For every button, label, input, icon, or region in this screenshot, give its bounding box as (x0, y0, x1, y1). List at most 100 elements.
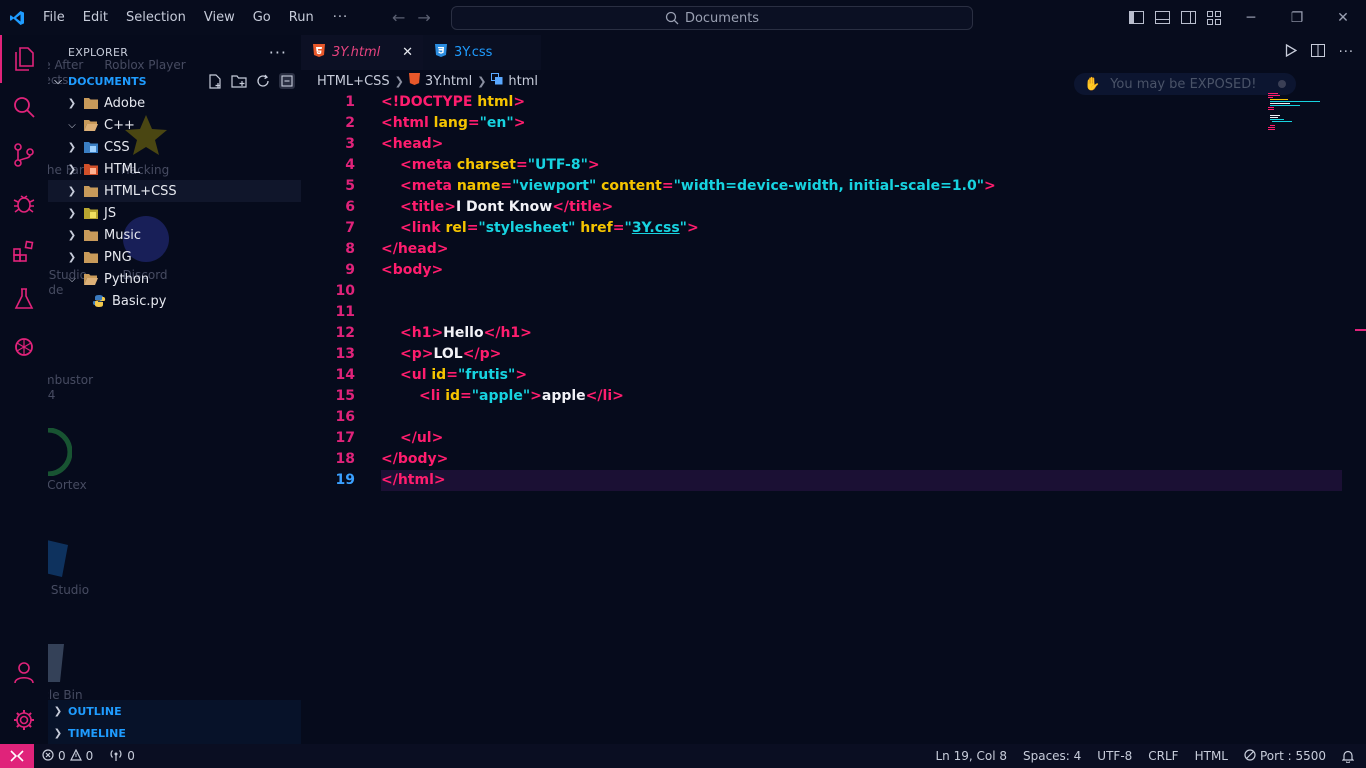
tree-item-python[interactable]: ⌵ Python (48, 268, 301, 290)
toggle-dot (1278, 80, 1286, 88)
chevron-right-icon: ❯ (394, 74, 404, 88)
breadcrumb-file[interactable]: 3Y.html (425, 74, 472, 89)
restore-button[interactable]: ❐ (1274, 0, 1320, 35)
minimap[interactable] (1268, 92, 1348, 132)
toggle-panel-icon[interactable] (1154, 10, 1170, 26)
minimize-button[interactable]: ─ (1228, 0, 1274, 35)
menu-more-button[interactable]: ··· (323, 10, 358, 25)
tree-item-js[interactable]: ❯ JS (48, 202, 301, 224)
documents-section-header[interactable]: ⌵ DOCUMENTS (48, 70, 301, 92)
notifications-bell-icon[interactable] (1334, 744, 1366, 768)
encoding[interactable]: UTF-8 (1089, 744, 1140, 768)
toggle-secondary-sidebar-icon[interactable] (1180, 10, 1196, 26)
explorer-more-button[interactable]: ··· (269, 43, 287, 62)
command-center-search[interactable]: Documents (451, 6, 973, 30)
extensions-icon[interactable] (0, 227, 48, 275)
code-line: 15 <li id="apple">apple</li> (335, 388, 624, 404)
css3-file-icon (435, 44, 447, 61)
bottom-panels: ❯ OUTLINE ❯ TIMELINE (48, 700, 301, 744)
tree-item-html[interactable]: ❯ HTML (48, 158, 301, 180)
folder-icon (83, 96, 99, 110)
cursor-position[interactable]: Ln 19, Col 8 (927, 744, 1015, 768)
run-debug-icon[interactable] (0, 179, 48, 227)
code-line: 1 <!DOCTYPE html> (345, 94, 526, 110)
problems-status[interactable]: 0 0 (34, 744, 101, 768)
status-bar: 0 0 0 Ln 19, Col 8 Spaces: 4 UTF-8 CRLF … (0, 744, 1366, 768)
menu-go[interactable]: Go (244, 0, 280, 35)
tree-item-label: Music (104, 227, 141, 243)
search-view-icon[interactable] (0, 83, 48, 131)
ports-status[interactable]: 0 (101, 744, 143, 768)
tree-item-css[interactable]: ❯ CSS (48, 136, 301, 158)
folder-icon (83, 184, 99, 198)
remote-indicator-icon[interactable] (0, 744, 34, 768)
code-line-current: 19 </html> (336, 470, 1342, 491)
close-window-button[interactable]: ✕ (1320, 0, 1366, 35)
language-mode[interactable]: HTML (1187, 744, 1236, 768)
toggle-primary-sidebar-icon[interactable] (1128, 10, 1144, 26)
collapse-all-icon[interactable] (279, 73, 295, 89)
tab-3y-css[interactable]: 3Y.css (423, 35, 541, 70)
html5-file-icon (313, 44, 325, 61)
tree-item-adobe[interactable]: ❯ Adobe (48, 92, 301, 114)
close-tab-icon[interactable]: ✕ (402, 45, 413, 60)
breadcrumb-folder[interactable]: HTML+CSS (317, 74, 390, 89)
new-file-icon[interactable] (207, 73, 223, 89)
indentation[interactable]: Spaces: 4 (1015, 744, 1089, 768)
search-text: Documents (684, 10, 760, 26)
tab-3y-html[interactable]: 3Y.html ✕ (301, 35, 423, 70)
run-play-icon[interactable] (1285, 43, 1297, 61)
split-editor-icon[interactable] (1310, 44, 1325, 61)
menu-view[interactable]: View (195, 0, 244, 35)
tree-item-basic-py[interactable]: Basic.py (48, 290, 301, 312)
chevron-right-icon: ❯ (67, 141, 77, 153)
more-actions-icon[interactable]: ··· (1339, 45, 1354, 60)
code-line: 7 <link rel="stylesheet" href="3Y.css"> (345, 220, 699, 236)
tree-item-label: HTML (104, 161, 141, 177)
css-folder-icon (83, 140, 99, 154)
explorer-title: EXPLORER (68, 46, 129, 59)
settings-gear-icon[interactable] (0, 696, 48, 744)
code-editor[interactable]: 1 <!DOCTYPE html> 2 <html lang="en"> 3 <hea… (301, 92, 1353, 491)
css-link[interactable]: 3Y.css (632, 220, 680, 236)
tree-item-music[interactable]: ❯ Music (48, 224, 301, 246)
chevron-right-icon: ❯ (477, 74, 487, 88)
tree-item-label: C++ (104, 117, 135, 133)
tab-label: 3Y.css (454, 45, 493, 60)
outline-title: OUTLINE (68, 704, 122, 718)
refresh-icon[interactable] (255, 73, 271, 89)
new-folder-icon[interactable] (231, 73, 247, 89)
explorer-icon[interactable] (0, 35, 48, 83)
live-server-port: Port : 5500 (1260, 749, 1326, 763)
vscode-logo-icon (0, 0, 34, 35)
accounts-icon[interactable] (0, 648, 48, 696)
chevron-right-icon: ❯ (67, 163, 77, 175)
explorer-actions (207, 73, 301, 89)
openai-icon[interactable] (0, 323, 48, 371)
tree-item-png[interactable]: ❯ PNG (48, 246, 301, 268)
menu-file[interactable]: File (34, 0, 74, 35)
tree-item-html-css[interactable]: ❯ HTML+CSS (48, 180, 301, 202)
testing-icon[interactable] (0, 275, 48, 323)
folder-icon (83, 228, 99, 242)
chevron-right-icon: ❯ (67, 251, 77, 263)
breadcrumb-symbol[interactable]: html (508, 74, 538, 89)
end-of-line[interactable]: CRLF (1140, 744, 1186, 768)
menu-edit[interactable]: Edit (74, 0, 117, 35)
tree-item-cpp[interactable]: ⌵ C++ (48, 114, 301, 136)
forward-arrow-icon[interactable]: → (417, 8, 430, 27)
back-arrow-icon[interactable]: ← (392, 8, 405, 27)
outline-section-header[interactable]: ❯ OUTLINE (48, 700, 301, 722)
timeline-section-header[interactable]: ❯ TIMELINE (48, 722, 301, 744)
menu-selection[interactable]: Selection (117, 0, 195, 35)
customize-layout-icon[interactable] (1206, 10, 1222, 26)
source-control-icon[interactable] (0, 131, 48, 179)
live-server-status[interactable]: Port : 5500 (1236, 744, 1334, 768)
window-controls: ─ ❐ ✕ (1228, 0, 1366, 35)
menu-run[interactable]: Run (280, 0, 323, 35)
warning-count: 0 (85, 749, 94, 763)
menu-bar: File Edit Selection View Go Run ··· (34, 0, 358, 35)
tree-item-label: CSS (104, 139, 130, 155)
breadcrumb: HTML+CSS ❯ 3Y.html ❯ html (317, 70, 538, 92)
explorer-header: EXPLORER ··· (48, 35, 301, 70)
